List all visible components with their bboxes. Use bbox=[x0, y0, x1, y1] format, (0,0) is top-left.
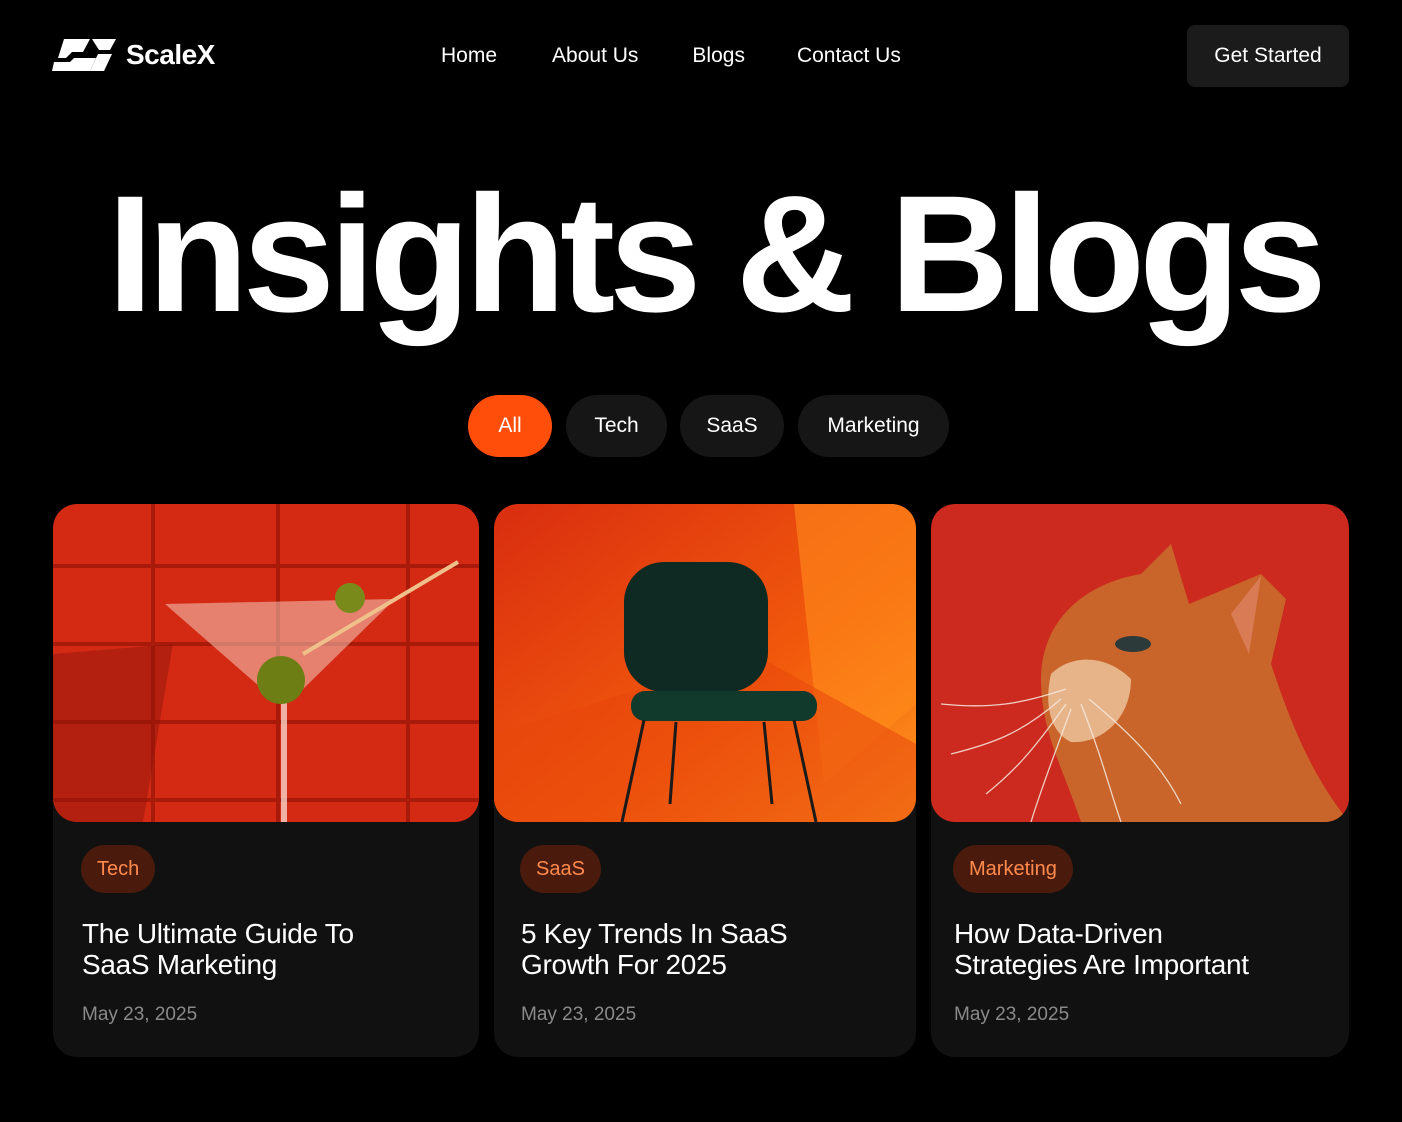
post-title[interactable]: How Data-Driven Strategies Are Important bbox=[954, 918, 1249, 980]
blog-card[interactable]: Tech The Ultimate Guide To SaaS Marketin… bbox=[53, 504, 479, 1057]
main-nav: Home About Us Blogs Contact Us bbox=[441, 41, 901, 71]
post-date: May 23, 2025 bbox=[954, 1004, 1070, 1025]
brand-logo[interactable]: ScaleX bbox=[52, 36, 215, 74]
brand-name: ScaleX bbox=[126, 39, 215, 70]
post-tag[interactable]: Tech bbox=[81, 845, 156, 893]
post-title-line: Strategies Are Important bbox=[954, 949, 1249, 980]
post-tag[interactable]: SaaS bbox=[520, 845, 601, 893]
post-date: May 23, 2025 bbox=[521, 1004, 637, 1025]
filter-tech[interactable]: Tech bbox=[566, 395, 667, 457]
filter-all[interactable]: All bbox=[468, 395, 552, 457]
post-date: May 23, 2025 bbox=[82, 1004, 198, 1025]
green-chair-image bbox=[494, 504, 916, 822]
post-tag[interactable]: Marketing bbox=[953, 845, 1073, 893]
get-started-button[interactable]: Get Started bbox=[1187, 25, 1349, 87]
blog-card[interactable]: SaaS 5 Key Trends In SaaS Growth For 202… bbox=[494, 504, 916, 1057]
post-title[interactable]: The Ultimate Guide To SaaS Marketing bbox=[82, 918, 354, 980]
post-title-line: How Data-Driven bbox=[954, 918, 1163, 949]
post-title-line: Growth For 2025 bbox=[521, 949, 727, 980]
orange-cat-image bbox=[931, 504, 1349, 822]
post-title[interactable]: 5 Key Trends In SaaS Growth For 2025 bbox=[521, 918, 788, 980]
nav-contact-us[interactable]: Contact Us bbox=[797, 41, 901, 71]
post-title-line: 5 Key Trends In SaaS bbox=[521, 918, 788, 949]
scalex-logo-icon bbox=[52, 39, 116, 71]
filter-saas[interactable]: SaaS bbox=[680, 395, 784, 457]
nav-home[interactable]: Home bbox=[441, 41, 497, 71]
post-title-line: SaaS Marketing bbox=[82, 949, 278, 980]
page-title: Insights & Blogs bbox=[107, 162, 1327, 347]
martini-glass-image bbox=[53, 504, 479, 822]
blog-card[interactable]: Marketing How Data-Driven Strategies Are… bbox=[931, 504, 1349, 1057]
page: ScaleX Home About Us Blogs Contact Us Ge… bbox=[0, 0, 1402, 1122]
post-title-line: The Ultimate Guide To bbox=[82, 918, 354, 949]
filter-marketing[interactable]: Marketing bbox=[798, 395, 949, 457]
nav-blogs[interactable]: Blogs bbox=[692, 41, 745, 71]
nav-about-us[interactable]: About Us bbox=[552, 41, 638, 71]
category-filters: All Tech SaaS Marketing bbox=[0, 395, 1402, 457]
